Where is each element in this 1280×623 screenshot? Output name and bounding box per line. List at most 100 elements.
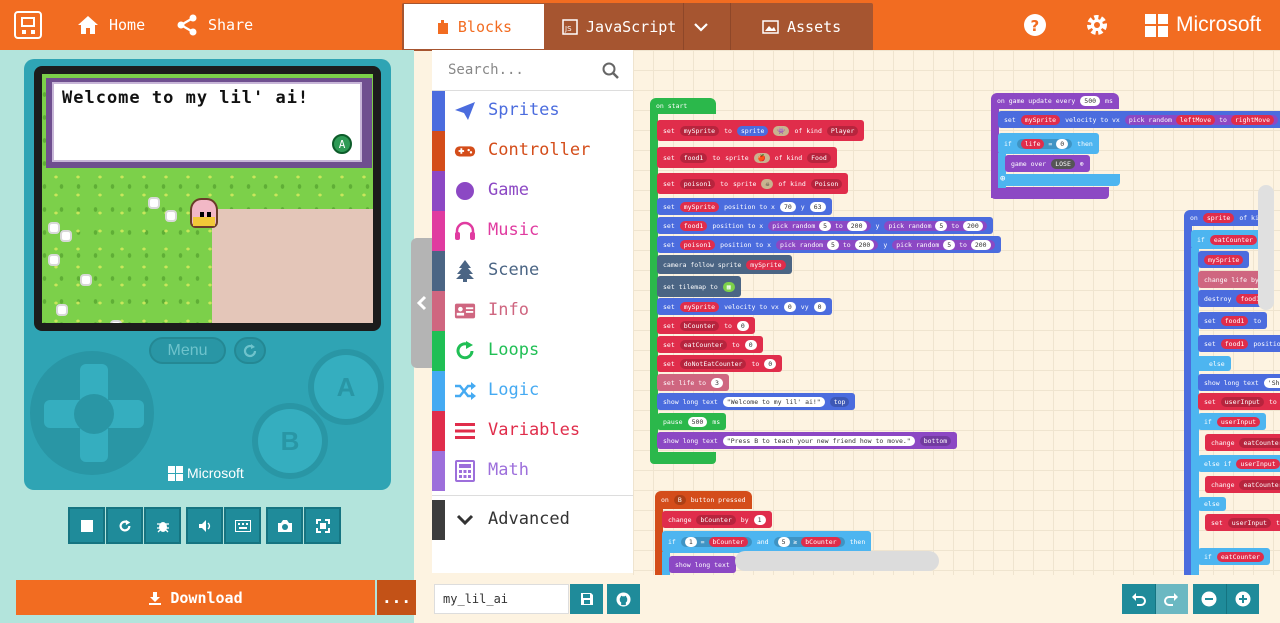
keyboard-button[interactable] xyxy=(224,507,261,544)
search-input[interactable]: Search... xyxy=(448,62,524,78)
save-button[interactable] xyxy=(570,584,603,614)
set-poison1-position-block[interactable]: set poison1 position to x pick random 5 to … xyxy=(657,236,1001,253)
blocks-workspace[interactable]: on start set mySprite to sprite 👾 of kind Play… xyxy=(633,50,1280,575)
if-eatcounter-block[interactable]: if eatCounter xyxy=(1191,230,1263,249)
share-button[interactable]: Share xyxy=(176,0,253,50)
set-mysprite-block[interactable]: set mySprite to sprite 👾 of kind Player xyxy=(657,120,865,141)
toolbox-category-music[interactable]: Music xyxy=(432,211,633,251)
help-button[interactable]: ? xyxy=(1023,13,1047,37)
set-bcounter-block[interactable]: set bCounter to 0 xyxy=(657,317,755,334)
debug-button[interactable] xyxy=(144,507,181,544)
stop-button[interactable] xyxy=(68,507,105,544)
set-food1-position-block[interactable]: set food1 position to x pick random 5 to 20… xyxy=(657,217,993,234)
on-b-pressed-block[interactable]: on Bbutton pressed xyxy=(655,491,752,509)
fullscreen-button[interactable] xyxy=(304,507,341,544)
set-velocity-block[interactable]: set mySprite velocity to vx 0 vy 0 xyxy=(657,298,832,315)
download-more-button[interactable]: ... xyxy=(377,580,416,615)
menu-button[interactable]: Menu xyxy=(149,337,226,364)
a-button-badge: A xyxy=(332,134,352,154)
set-position-block[interactable]: set mySprite position to x 70 y 63 xyxy=(657,198,832,215)
show-long-text-block-3[interactable]: show long text xyxy=(669,556,736,573)
overlap-show-text[interactable]: show long text'Should xyxy=(1198,374,1280,391)
overlap-if-eatcounter[interactable]: if eatCounter xyxy=(1198,548,1270,565)
overlap-change-eat-2[interactable]: change eatCounter xyxy=(1205,476,1280,493)
stop-icon xyxy=(80,519,93,532)
chevron-down-icon xyxy=(694,22,708,32)
toolbox-category-scene[interactable]: Scene xyxy=(432,251,633,291)
a-button[interactable]: A xyxy=(308,349,384,425)
on-start-block[interactable]: on start xyxy=(650,98,716,114)
svg-text:JS: JS xyxy=(564,25,572,33)
on-game-update-block[interactable]: on game update every 500 ms xyxy=(991,93,1119,109)
toolbox-category-game[interactable]: Game xyxy=(432,171,633,211)
set-tilemap-block[interactable]: set tilemap to ▦ xyxy=(657,276,741,297)
restart-button[interactable] xyxy=(106,507,143,544)
set-food1-block[interactable]: set food1 to sprite 🍎 of kind Food xyxy=(657,147,837,168)
toolbox-category-logic[interactable]: Logic xyxy=(432,371,633,411)
zoom-in-button[interactable] xyxy=(1226,584,1259,614)
toolbox-search[interactable]: Search... xyxy=(432,50,633,91)
overlap-stmt-1[interactable]: mySprite xyxy=(1198,251,1250,268)
change-bcounter-block[interactable]: change bCounter by 1 xyxy=(662,511,772,528)
set-poison1-block[interactable]: set poison1 to sprite ☠ of kind Poison xyxy=(657,173,849,194)
overlap-set-1[interactable]: set food1 to xyxy=(1198,312,1268,329)
category-label: Loops xyxy=(488,340,540,360)
set-life-block[interactable]: set life to 3 xyxy=(657,374,729,391)
toolbox-category-variables[interactable]: Variables xyxy=(432,411,633,451)
bug-icon xyxy=(156,521,169,532)
overlap-set-userinput-2[interactable]: setuserInputto xyxy=(1205,514,1280,531)
if-life-block[interactable]: if life = 0 then xyxy=(998,133,1099,154)
game-over-block[interactable]: game over LOSE ⊕ xyxy=(1005,155,1090,172)
b-button[interactable]: B xyxy=(252,403,328,479)
tab-assets[interactable]: Assets xyxy=(762,3,841,50)
makecode-arcade-logo-icon[interactable] xyxy=(14,11,42,39)
device-brand: Microsoft xyxy=(168,465,244,481)
toolbox-category-controller[interactable]: Controller xyxy=(432,131,633,171)
overlap-else: else xyxy=(1198,497,1226,511)
show-long-text-block-2[interactable]: show long text "Press B to teach your new… xyxy=(657,432,958,449)
download-button[interactable]: Download xyxy=(16,580,375,615)
undo-button[interactable] xyxy=(1122,584,1156,614)
screenshot-button[interactable] xyxy=(266,507,303,544)
change-life-block[interactable]: change life by xyxy=(1198,271,1265,288)
game-screen[interactable]: Welcome to my lil' ai! A xyxy=(42,74,373,323)
toolbox-category-info[interactable]: Info xyxy=(432,291,633,331)
show-long-text-block[interactable]: show long text "Welcome to my lil' ai!" to… xyxy=(657,393,856,410)
overlap-set-userinput[interactable]: set userInput to xyxy=(1198,393,1280,410)
tab-blocks[interactable]: Blocks xyxy=(404,4,544,49)
toolbox-category-sprites[interactable]: Sprites xyxy=(432,91,633,131)
github-button[interactable] xyxy=(607,584,640,614)
zoom-out-button[interactable] xyxy=(1193,584,1227,614)
home-button[interactable]: Home xyxy=(77,0,145,50)
overlap-change-eat[interactable]: change eatCounter xyxy=(1205,434,1280,451)
overlap-if-userinput[interactable]: if userInput xyxy=(1198,413,1267,430)
settings-button[interactable] xyxy=(1085,13,1109,37)
workspace-vertical-scrollbar[interactable] xyxy=(1258,185,1274,310)
toolbox-category-advanced[interactable]: Advanced xyxy=(432,500,633,540)
js-file-icon: JS xyxy=(562,18,578,35)
tab-javascript[interactable]: JS JavaScript xyxy=(562,3,676,50)
collapse-simulator-button[interactable] xyxy=(411,238,433,368)
home-label: Home xyxy=(109,16,146,34)
toolbox-category-math[interactable]: Math xyxy=(432,451,633,491)
workspace-horizontal-scrollbar[interactable] xyxy=(735,551,939,571)
sand-area xyxy=(212,209,373,323)
project-name-input[interactable]: my_lil_ai xyxy=(434,584,569,614)
toolbox-category-loops[interactable]: Loops xyxy=(432,331,633,371)
if-block[interactable]: if 1 = bCounter and 5 ≥ bCounter then xyxy=(662,531,872,553)
paper-plane-icon xyxy=(454,100,476,122)
language-dropdown-button[interactable] xyxy=(694,3,708,50)
overlap-set-2[interactable]: setfood1position xyxy=(1198,335,1280,352)
mute-button[interactable] xyxy=(186,507,223,544)
set-velocity-random-block[interactable]: set mySprite velocity to vx pick random lef… xyxy=(998,111,1280,128)
overlap-else-if[interactable]: else if userInput xyxy=(1198,455,1280,472)
set-eatcounter-block[interactable]: set eatCounter to 0 xyxy=(657,336,763,353)
redo-button[interactable] xyxy=(1155,584,1188,614)
pause-block[interactable]: pause 500 ms xyxy=(657,413,727,430)
set-donoteatcounter-block[interactable]: set doNotEatCounter to 0 xyxy=(657,355,783,372)
microsoft-logo[interactable]: Microsoft xyxy=(1145,13,1261,37)
restart-small-button[interactable] xyxy=(234,337,266,364)
category-stripe xyxy=(432,451,445,491)
camera-follow-block[interactable]: camera follow sprite mySprite xyxy=(657,255,792,274)
refresh-icon xyxy=(119,519,130,531)
